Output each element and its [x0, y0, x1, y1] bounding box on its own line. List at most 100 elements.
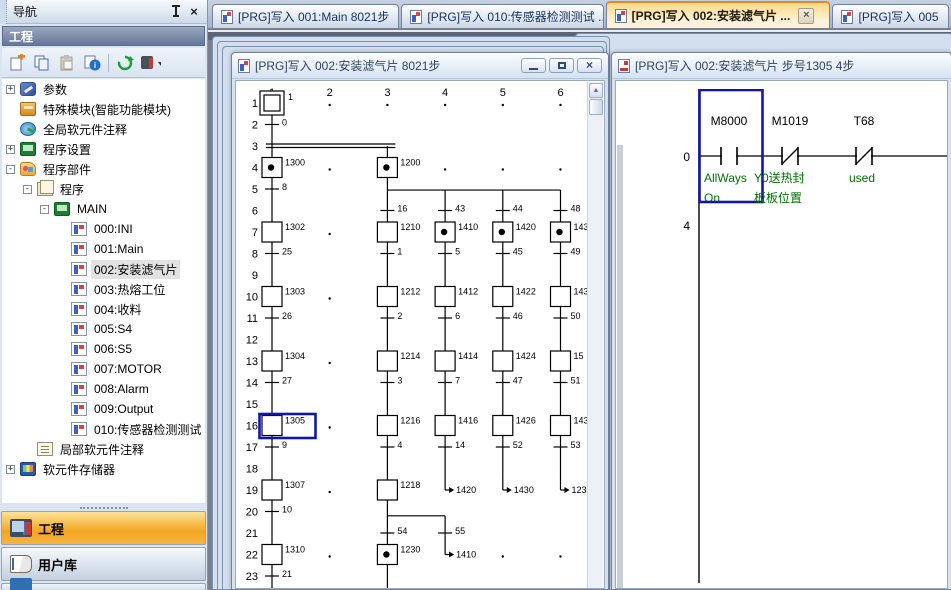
expand-toggle-icon[interactable]: +	[6, 465, 15, 474]
ladder-window-titlebar[interactable]: [PRG]写入 002:安装滤气片 步号1305 4步	[612, 53, 951, 79]
data-info-icon[interactable]: i	[81, 52, 103, 74]
tree-item[interactable]: 局部软元件注释	[2, 439, 205, 459]
sfc-grid-dot	[329, 297, 331, 299]
sfc-step[interactable]	[435, 416, 455, 436]
task-button-用户库[interactable]: 用户库	[1, 547, 206, 581]
sfc-step[interactable]	[262, 545, 282, 565]
sfc-window-buttons: ×	[521, 58, 602, 73]
new-data-icon[interactable]	[6, 52, 28, 74]
tree-item[interactable]: -程序	[2, 179, 205, 199]
tree-item[interactable]: 010:传感器检测测试	[2, 419, 205, 439]
blk-icon	[71, 222, 87, 236]
sfc-step[interactable]	[262, 480, 282, 500]
sfc-col-header: 5	[500, 87, 506, 99]
program-doc-icon	[615, 9, 627, 23]
ladder-contact[interactable]	[783, 136, 797, 137]
tree-item[interactable]: 000:INI	[2, 219, 205, 239]
tree-item[interactable]: 009:Output	[2, 399, 205, 419]
sfc-transition-label: 14	[455, 440, 465, 450]
tree-item[interactable]: 005:S4	[2, 319, 205, 339]
tree-item[interactable]: 007:MOTOR	[2, 359, 205, 379]
sfc-step[interactable]	[435, 351, 455, 371]
tree-item[interactable]: 008:Alarm	[2, 379, 205, 399]
sfc-step[interactable]	[551, 351, 571, 371]
document-tab[interactable]: [PRG]写入 001:Main 8021步	[212, 4, 399, 28]
sfc-step[interactable]	[377, 287, 397, 307]
copy-icon[interactable]	[31, 52, 53, 74]
tree-item-label: 000:INI	[91, 221, 136, 237]
tree-item[interactable]: +参数	[2, 79, 205, 99]
sfc-step[interactable]	[551, 287, 571, 307]
scroll-up-icon[interactable]: ▲	[589, 83, 603, 98]
tree-item[interactable]: 003:热熔工位	[2, 279, 205, 299]
sfc-editor-canvas[interactable]: 1234561234567891011121314151617181920212…	[235, 80, 605, 589]
ladder-editor-canvas[interactable]: 04M8000AllWaysOnM1019Y0送热封板板位置T68used	[615, 80, 948, 589]
tree-item[interactable]: 特殊模块(智能功能模块)	[2, 99, 205, 119]
tree-item[interactable]: + 程序设置	[2, 139, 205, 159]
sfc-vertical-scrollbar[interactable]: ▲	[587, 82, 603, 588]
document-tab[interactable]: [PRG]写入 010:传感器检测测试 ...	[401, 4, 603, 28]
ladder-contact[interactable]	[857, 136, 871, 137]
sfc-window-titlebar[interactable]: [PRG]写入 002:安装滤气片 8021步 ×	[232, 53, 608, 79]
close-icon[interactable]: ×	[185, 4, 203, 20]
restore-button[interactable]	[549, 58, 574, 73]
expand-toggle-icon[interactable]: +	[6, 145, 15, 154]
blk-icon	[71, 342, 87, 356]
tree-item[interactable]: 004:收料	[2, 299, 205, 319]
tree-item-label: 008:Alarm	[91, 381, 152, 397]
sfc-step[interactable]	[262, 416, 282, 436]
tree-item[interactable]: -MAIN	[2, 199, 205, 219]
sfc-transition-label: 45	[513, 247, 523, 257]
expand-toggle-icon[interactable]: -	[6, 165, 15, 174]
sfc-step[interactable]	[493, 416, 513, 436]
sfc-row-number: 22	[246, 550, 258, 562]
sfc-step[interactable]	[262, 222, 282, 242]
sfc-step-label: 1426	[516, 416, 536, 426]
document-tab[interactable]: [PRG]写入 005	[832, 4, 949, 28]
panel-grip[interactable]	[0, 0, 7, 24]
paste-icon[interactable]	[56, 52, 78, 74]
sfc-step[interactable]	[493, 287, 513, 307]
sfc-step[interactable]	[493, 351, 513, 371]
tree-item[interactable]: +软元件存储器	[2, 459, 205, 479]
sfc-transition-label: 21	[282, 569, 292, 579]
close-button[interactable]: ×	[577, 58, 602, 73]
expand-toggle-icon[interactable]: -	[40, 205, 49, 214]
scrollbar-thumb[interactable]	[589, 99, 603, 115]
ladder-window-title: [PRG]写入 002:安装滤气片 步号1305 4步	[635, 57, 854, 74]
tree-item[interactable]: 002:安装滤气片	[2, 259, 205, 279]
sfc-transition-label: 44	[513, 204, 523, 214]
expand-toggle-icon[interactable]: +	[6, 85, 15, 94]
sfc-grid-dot	[329, 426, 331, 428]
minimize-button[interactable]	[521, 58, 546, 73]
pin-icon[interactable]	[167, 4, 185, 20]
device-label: M1019	[772, 114, 809, 128]
sfc-row-number: 6	[252, 206, 258, 218]
task-button-partial[interactable]	[1, 583, 206, 590]
sfc-step[interactable]	[377, 351, 397, 371]
sfc-step[interactable]	[377, 480, 397, 500]
sfc-step[interactable]	[377, 222, 397, 242]
task-button-工程[interactable]: 工程	[1, 511, 206, 545]
svg-text:i: i	[94, 61, 96, 70]
sfc-step[interactable]	[377, 416, 397, 436]
sfc-row-number: 15	[246, 399, 258, 411]
ladder-contact[interactable]	[722, 136, 736, 137]
sfc-row-number: 9	[252, 270, 258, 282]
tab-close-icon[interactable]: ×	[798, 8, 814, 24]
sfc-step[interactable]	[262, 351, 282, 371]
sfc-step[interactable]	[435, 287, 455, 307]
expand-toggle-icon[interactable]: -	[23, 185, 32, 194]
tree-item-label: 程序设置	[40, 140, 94, 159]
sfc-step[interactable]	[262, 287, 282, 307]
sfc-step[interactable]	[551, 416, 571, 436]
document-tab[interactable]: [PRG]写入 002:安装滤气片 ...×	[606, 1, 831, 28]
program-doc-icon	[841, 10, 853, 24]
display-setting-icon[interactable]	[139, 52, 161, 74]
tree-item[interactable]: -程序部件	[2, 159, 205, 179]
sfc-col-header: 3	[384, 87, 390, 99]
tree-item[interactable]: 006:S5	[2, 339, 205, 359]
tree-item[interactable]: 全局软元件注释	[2, 119, 205, 139]
refresh-icon[interactable]	[114, 52, 136, 74]
tree-item[interactable]: 001:Main	[2, 239, 205, 259]
